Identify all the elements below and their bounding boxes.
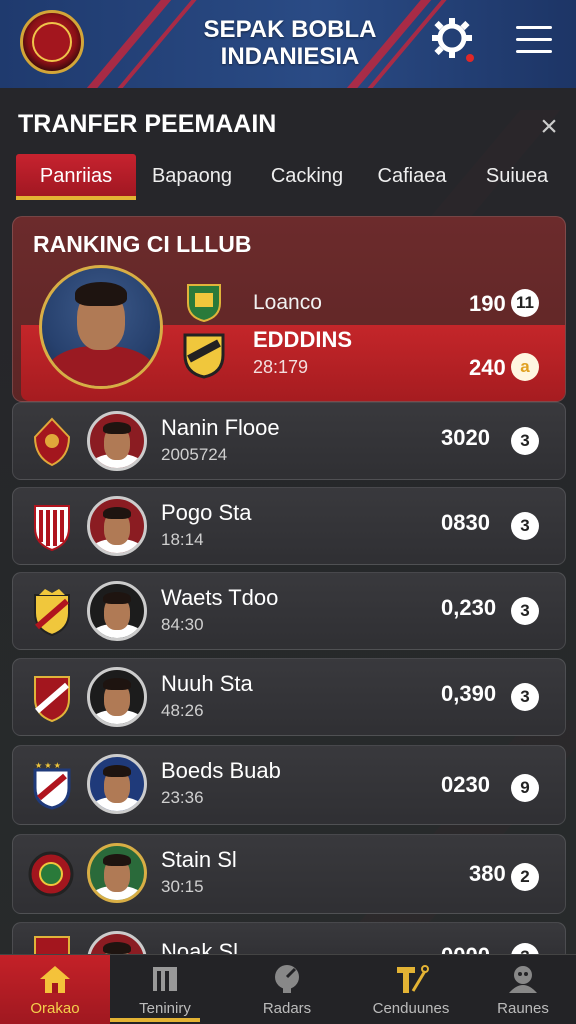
nav-label: Orakao	[30, 1000, 80, 1017]
list-item[interactable]: Nuuh Sta 48:26 0,390 3	[12, 658, 566, 736]
tab-cafiaea[interactable]: Cafiaea	[362, 154, 462, 200]
player-sub: 48:26	[161, 701, 204, 720]
avatar	[87, 411, 147, 471]
player-name: Boeds Buab	[161, 758, 281, 783]
list-item[interactable]: Nanin Flooe 2005724 3020 3	[12, 402, 566, 480]
rank-badge: 2	[511, 863, 539, 891]
rank-badge: a	[511, 353, 539, 381]
player-name: Waets Tdoo	[161, 585, 279, 610]
nav-label: Teniniry	[139, 1000, 191, 1017]
nav-label: Cenduunes	[372, 1000, 450, 1017]
avatar	[87, 667, 147, 727]
list-item[interactable]: Waets Tdoo 84:30 0,230 3	[12, 572, 566, 650]
tab-bar: Panriias Bapaong Cacking Cafiaea Suiuea	[16, 154, 566, 204]
club-crest-icon	[33, 417, 71, 467]
stats-icon	[153, 967, 177, 991]
player-value: 0830	[441, 510, 490, 535]
avatar	[87, 754, 147, 814]
player-name: Nanin Flooe	[161, 415, 280, 440]
avatar	[87, 581, 147, 641]
ranking-title: RANKING CI LLLUB	[33, 231, 252, 257]
profile-icon	[509, 966, 537, 993]
player-sub: 2005724	[161, 445, 228, 464]
player-value: 380	[469, 861, 506, 886]
club-logo-icon[interactable]	[20, 10, 84, 74]
radar-icon	[275, 965, 299, 993]
section-title: TRANFER PEEMAAIN	[18, 110, 277, 138]
player-name: Nuuh Sta	[161, 671, 253, 696]
tab-cacking[interactable]: Cacking	[252, 154, 362, 200]
club-crest-icon	[34, 505, 70, 552]
tools-icon	[397, 965, 429, 993]
club-crest-icon	[28, 851, 74, 897]
list-item[interactable]: ★ ★ ★ Boeds Buab 23:36 0230 9	[12, 745, 566, 825]
player-sub: 23:36	[161, 788, 204, 807]
rank-badge: 3	[511, 512, 539, 540]
player-value: 0,230	[441, 595, 497, 620]
nav-item-orakao[interactable]: Orakao	[0, 955, 110, 1024]
player-value: 0,390	[441, 681, 497, 706]
rank-badge: 11	[511, 289, 539, 317]
rank-badge: 3	[511, 683, 539, 711]
avatar	[39, 265, 163, 389]
rank-badge: 9	[511, 774, 539, 802]
nav-active-indicator	[110, 1018, 200, 1022]
player-sub: 84:30	[161, 615, 204, 634]
nav-label: Radars	[262, 1000, 312, 1017]
nav-item-teniniry[interactable]: Teniniry	[110, 955, 220, 1024]
close-button[interactable]: ×	[534, 112, 564, 142]
avatar	[87, 496, 147, 556]
player-sub: 18:14	[161, 530, 204, 549]
player-value: 3020	[441, 425, 490, 450]
club-crest-icon	[183, 333, 225, 379]
app-title-line1: SEPAK BOBLA	[203, 16, 377, 43]
svg-text:★ ★ ★: ★ ★ ★	[35, 761, 61, 770]
club-crest-icon	[34, 589, 70, 637]
rank-badge: 3	[511, 427, 539, 455]
nav-item-raunes[interactable]: Raunes	[470, 955, 576, 1024]
tab-panriias[interactable]: Panriias	[16, 154, 136, 200]
hamburger-menu-icon[interactable]	[516, 26, 552, 56]
list-item[interactable]: Stain Sl 30:15 380 2	[12, 834, 566, 914]
ranking-entry-value: 240	[469, 355, 506, 380]
ranking-entry-name: Loanco	[253, 291, 322, 314]
player-sub: 30:15	[161, 877, 204, 896]
app-title-line2: INDANIESIA	[220, 43, 360, 70]
player-name: Stain Sl	[161, 847, 237, 872]
ranking-entry-name: EDDDINS	[253, 327, 353, 352]
club-crest-icon: ★ ★ ★	[33, 761, 71, 810]
ranking-card[interactable]: RANKING CI LLLUB Loanco 190 11 EDDDINS 2…	[12, 216, 566, 402]
avatar	[87, 843, 147, 903]
player-name: Pogo Sta	[161, 500, 252, 525]
tab-bapaong[interactable]: Bapaong	[142, 154, 242, 200]
home-icon	[40, 966, 70, 993]
nav-item-cenduunes[interactable]: Cenduunes	[356, 955, 466, 1024]
app-title: SEPAK BOBLA INDANIESIA	[180, 16, 400, 70]
nav-label: Raunes	[497, 1000, 549, 1017]
gear-icon[interactable]	[430, 16, 478, 64]
club-crest-icon	[34, 676, 70, 723]
bottom-nav: Orakao Teniniry Radars Cenduunes Raunes	[0, 954, 576, 1024]
club-crest-icon	[187, 284, 221, 323]
nav-item-radars[interactable]: Radars	[232, 955, 342, 1024]
player-value: 0230	[441, 772, 490, 797]
ranking-entry-value: 190	[469, 291, 506, 316]
list-item[interactable]: Pogo Sta 18:14 0830 3	[12, 487, 566, 565]
ranking-entry-sub: 28:179	[253, 357, 309, 377]
rank-badge: 3	[511, 597, 539, 625]
tab-suiuea[interactable]: Suiuea	[472, 154, 562, 200]
